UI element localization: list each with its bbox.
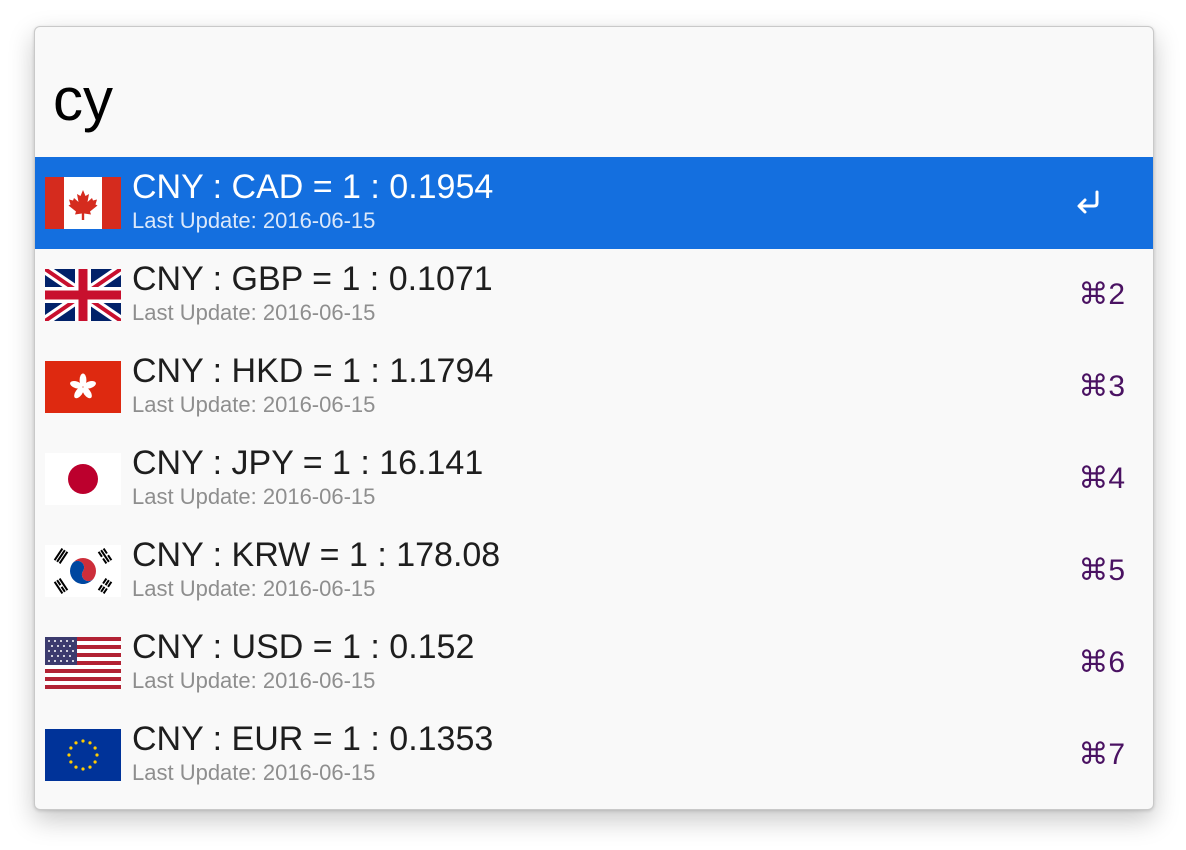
result-subtitle: Last Update: 2016-06-15 bbox=[132, 576, 376, 601]
result-subtitle: Last Update: 2016-06-15 bbox=[132, 392, 376, 417]
return-icon bbox=[1073, 189, 1103, 215]
shortcut-label: ⌘2 bbox=[1078, 278, 1125, 311]
result-row-eur[interactable]: CNY : EUR = 1 : 0.1353 Last Update: 2016… bbox=[35, 709, 1153, 801]
shortcut-label: ⌘5 bbox=[1078, 554, 1125, 587]
result-row-gbp[interactable]: CNY : GBP = 1 : 0.1071 Last Update: 2016… bbox=[35, 249, 1153, 341]
result-title: CNY : HKD = 1 : 1.1794 bbox=[132, 352, 494, 390]
hong-kong-flag-icon bbox=[45, 361, 121, 413]
result-row-cad[interactable]: CNY : CAD = 1 : 0.1954 Last Update: 2016… bbox=[35, 157, 1153, 249]
result-subtitle: Last Update: 2016-06-15 bbox=[132, 760, 376, 785]
result-title: CNY : KRW = 1 : 178.08 bbox=[132, 536, 501, 574]
search-input[interactable] bbox=[53, 61, 1133, 137]
south-korea-flag-icon bbox=[45, 545, 121, 597]
result-title: CNY : JPY = 1 : 16.141 bbox=[132, 444, 484, 482]
search-bar bbox=[35, 27, 1153, 157]
shortcut-label: ⌘7 bbox=[1078, 738, 1125, 771]
result-subtitle: Last Update: 2016-06-15 bbox=[132, 300, 376, 325]
result-subtitle: Last Update: 2016-06-15 bbox=[132, 484, 376, 509]
us-flag-icon bbox=[45, 637, 121, 689]
result-row-jpy[interactable]: CNY : JPY = 1 : 16.141 Last Update: 2016… bbox=[35, 433, 1153, 525]
results-list: CNY : CAD = 1 : 0.1954 Last Update: 2016… bbox=[35, 157, 1153, 801]
result-title: CNY : GBP = 1 : 0.1071 bbox=[132, 260, 493, 298]
launcher-window: CNY : CAD = 1 : 0.1954 Last Update: 2016… bbox=[34, 26, 1154, 810]
result-title: CNY : CAD = 1 : 0.1954 bbox=[132, 168, 494, 206]
result-title: CNY : USD = 1 : 0.152 bbox=[132, 628, 475, 666]
result-subtitle: Last Update: 2016-06-15 bbox=[132, 668, 376, 693]
eu-flag-icon bbox=[45, 729, 121, 781]
result-subtitle: Last Update: 2016-06-15 bbox=[132, 208, 376, 233]
result-row-krw[interactable]: CNY : KRW = 1 : 178.08 Last Update: 2016… bbox=[35, 525, 1153, 617]
canada-flag-icon bbox=[45, 177, 121, 229]
shortcut-label: ⌘3 bbox=[1078, 370, 1125, 403]
uk-flag-icon bbox=[45, 269, 121, 321]
shortcut-label: ⌘4 bbox=[1078, 462, 1125, 495]
japan-flag-icon bbox=[45, 453, 121, 505]
result-row-usd[interactable]: CNY : USD = 1 : 0.152 Last Update: 2016-… bbox=[35, 617, 1153, 709]
result-title: CNY : EUR = 1 : 0.1353 bbox=[132, 720, 494, 758]
shortcut-label: ⌘6 bbox=[1078, 646, 1125, 679]
result-row-hkd[interactable]: CNY : HKD = 1 : 1.1794 Last Update: 2016… bbox=[35, 341, 1153, 433]
